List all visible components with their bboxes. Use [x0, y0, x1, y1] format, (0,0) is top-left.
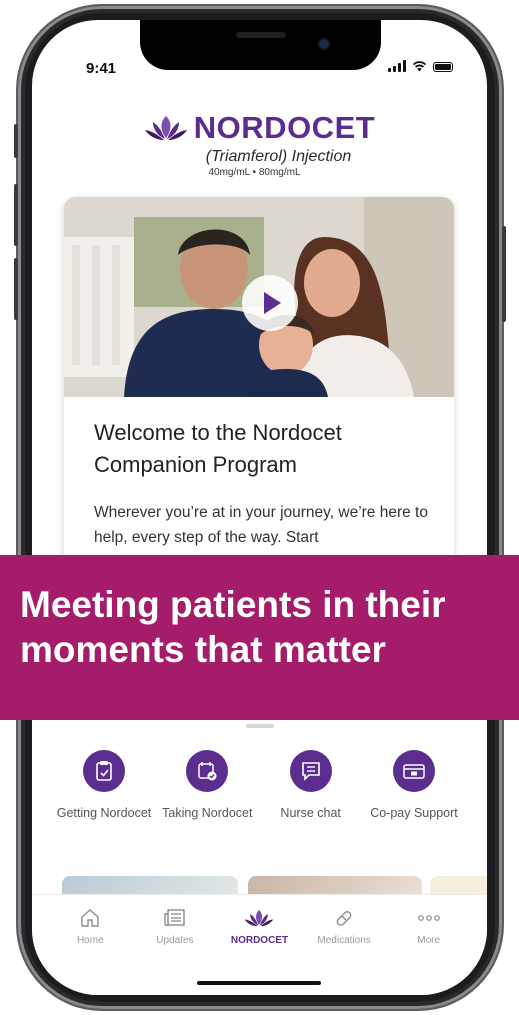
home-icon: [50, 905, 130, 931]
tab-label: NORDOCET: [230, 935, 289, 946]
shortcut-taking-nordocet[interactable]: Taking Nordocet: [157, 750, 257, 822]
tab-label: Medications: [317, 935, 371, 946]
card-title: Welcome to the Nordocet Companion Progra…: [94, 420, 342, 477]
brand-subtitle: (Triamferol) Injection: [205, 148, 352, 165]
power-button: [502, 226, 506, 322]
silent-switch: [14, 124, 18, 158]
family-video-thumbnail[interactable]: [64, 197, 454, 397]
tab-label: More: [417, 935, 441, 946]
shortcut-copay-support[interactable]: Co-pay Support: [364, 750, 464, 822]
lotus-logo-icon: [144, 116, 187, 140]
welcome-card[interactable]: Welcome to the Nordocet Companion Progra…: [64, 197, 454, 617]
tab-label: Updates: [156, 935, 194, 946]
card-icon: [392, 750, 435, 792]
tab-nordocet[interactable]: NORDOCET: [219, 905, 299, 946]
shortcut-nurse-chat[interactable]: Nurse chat: [261, 750, 361, 822]
card-body: Wherever you’re at in your journey, we’r…: [94, 504, 428, 546]
status-time: 9:41: [86, 60, 117, 77]
volume-down-button: [14, 258, 18, 320]
phone-screen: 9:41 NORDOCET (Triamferol) Injection 40m…: [32, 20, 487, 995]
shortcut-label: Taking Nordocet: [162, 806, 253, 820]
tab-label: Home: [76, 935, 104, 946]
brand-name: NORDOCET: [193, 110, 376, 145]
chat-icon: [289, 750, 332, 792]
play-button[interactable]: [242, 275, 298, 331]
home-indicator[interactable]: [197, 981, 321, 985]
status-icons: [388, 60, 453, 72]
calendar-check-icon: [186, 750, 229, 792]
promo-banner: Meeting patients in their moments that m…: [0, 555, 519, 720]
brand-dosage: 40mg/mL • 80mg/mL: [208, 167, 301, 178]
shortcut-label: Nurse chat: [280, 806, 341, 820]
front-camera: [319, 39, 329, 49]
shortcut-label: Getting Nordocet: [56, 806, 152, 820]
shortcuts-row: Getting Nordocet Taking Nordocet Nurse c…: [54, 750, 464, 822]
news-icon: [135, 905, 215, 931]
speaker: [236, 32, 286, 38]
shortcut-getting-nordocet[interactable]: Getting Nordocet: [54, 750, 154, 822]
signal-icon: [388, 60, 406, 72]
wifi-icon: [412, 61, 427, 72]
tab-more[interactable]: More: [389, 905, 469, 946]
shortcut-label: Co-pay Support: [370, 806, 458, 820]
brand-header: NORDOCET (Triamferol) Injection 40mg/mL …: [32, 110, 487, 178]
volume-up-button: [14, 184, 18, 246]
tab-medications[interactable]: Medications: [304, 905, 384, 946]
calendar-clipboard-icon: [83, 750, 125, 792]
tab-home[interactable]: Home: [50, 905, 130, 946]
banner-text: Meeting patients in their moments that m…: [20, 584, 446, 670]
sheet-handle[interactable]: [246, 724, 274, 728]
more-icon: [389, 905, 469, 931]
tab-updates[interactable]: Updates: [135, 905, 215, 946]
tab-bar: Home Updates NORDOCET Medications More: [32, 894, 487, 995]
notch: [140, 20, 381, 70]
battery-icon: [433, 62, 453, 72]
lotus-icon: [219, 905, 299, 931]
pill-icon: [304, 905, 384, 931]
